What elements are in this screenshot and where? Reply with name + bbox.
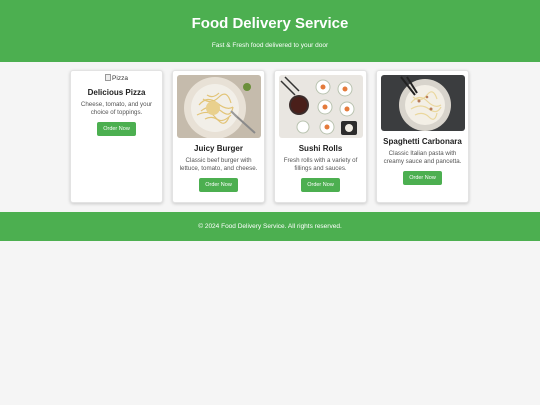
menu-card-sushi: Sushi Rolls Fresh rolls with a variety o…: [274, 70, 367, 203]
page-title: Food Delivery Service: [191, 15, 349, 32]
order-now-button[interactable]: Order Now: [301, 178, 340, 192]
sushi-photo: [278, 75, 363, 138]
item-name: Spaghetti Carbonara: [383, 137, 462, 146]
menu-card-pizza: Pizza Delicious Pizza Cheese, tomato, an…: [70, 70, 163, 203]
pizza-image-alt: Pizza: [112, 75, 128, 82]
item-name: Juicy Burger: [194, 144, 243, 153]
site-header: Food Delivery Service Fast & Fresh food …: [0, 0, 540, 62]
item-description: Cheese, tomato, and your choice of toppi…: [80, 101, 153, 116]
order-now-button[interactable]: Order Now: [199, 178, 238, 192]
item-description: Fresh rolls with a variety of fillings a…: [283, 157, 358, 172]
pizza-image-broken: Pizza: [71, 74, 162, 83]
order-now-button[interactable]: Order Now: [403, 171, 442, 185]
burger-photo: [176, 75, 261, 138]
item-description: Classic Italian pasta with creamy sauce …: [383, 150, 462, 165]
item-name: Delicious Pizza: [87, 88, 146, 97]
menu-card-burger: Juicy Burger Classic beef burger with le…: [172, 70, 265, 203]
menu-card-carbonara: Spaghetti Carbonara Classic Italian past…: [376, 70, 469, 203]
order-now-button[interactable]: Order Now: [97, 122, 136, 136]
site-footer: © 2024 Food Delivery Service. All rights…: [0, 212, 540, 241]
page-subtitle: Fast & Fresh food delivered to your door: [211, 42, 329, 49]
broken-image-icon: [105, 74, 112, 81]
item-name: Sushi Rolls: [298, 144, 343, 153]
item-description: Classic beef burger with lettuce, tomato…: [179, 157, 258, 172]
footer-text: © 2024 Food Delivery Service. All rights…: [198, 223, 342, 230]
carbonara-photo: [380, 75, 465, 131]
